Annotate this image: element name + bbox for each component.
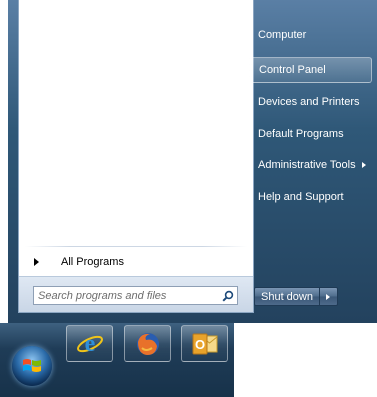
right-item-label: Default Programs <box>258 128 344 140</box>
search-input[interactable] <box>34 287 219 304</box>
firefox-icon <box>136 332 159 355</box>
search-icon[interactable] <box>219 287 237 304</box>
right-item-default-programs[interactable]: Default Programs <box>248 121 372 147</box>
shutdown-options-button[interactable] <box>319 287 338 306</box>
right-item-partial <box>248 0 372 8</box>
windows-logo-icon <box>23 359 41 372</box>
internet-explorer-icon: e <box>76 331 103 357</box>
pinned-programs-area <box>19 0 253 243</box>
right-item-computer[interactable]: Computer <box>248 22 372 48</box>
taskbar-outlook[interactable]: O <box>181 325 228 362</box>
submenu-arrow-icon <box>361 162 366 168</box>
shutdown-label: Shut down <box>261 290 313 303</box>
right-item-control-panel[interactable]: Control Panel <box>248 57 372 83</box>
right-item-label: Administrative Tools <box>258 159 356 171</box>
right-item-devices-and-printers[interactable]: Devices and Printers <box>248 89 372 115</box>
separator <box>25 246 247 247</box>
arrow-right-icon <box>326 293 331 300</box>
shutdown-button[interactable]: Shut down <box>254 287 320 306</box>
right-item-label: Help and Support <box>258 191 344 203</box>
right-item-help-and-support[interactable]: Help and Support <box>248 184 372 210</box>
search-area <box>19 276 253 312</box>
all-programs-label: All Programs <box>61 256 124 268</box>
outlook-icon: O <box>192 333 217 354</box>
start-menu-left-pane: All Programs <box>18 0 254 313</box>
all-programs-item[interactable]: All Programs <box>25 251 247 273</box>
svg-text:O: O <box>194 337 204 352</box>
triangle-right-icon <box>34 258 39 266</box>
taskbar-firefox[interactable] <box>124 325 171 362</box>
start-button[interactable] <box>12 346 52 386</box>
right-item-label: Control Panel <box>259 64 326 76</box>
right-item-administrative-tools[interactable]: Administrative Tools <box>248 152 372 178</box>
shutdown-control: Shut down <box>254 287 338 306</box>
right-item-label: Computer <box>258 29 307 41</box>
taskbar-internet-explorer[interactable]: e <box>66 325 113 362</box>
svg-text:e: e <box>84 331 95 357</box>
right-item-label: Devices and Printers <box>258 96 360 108</box>
search-box[interactable] <box>33 286 238 305</box>
